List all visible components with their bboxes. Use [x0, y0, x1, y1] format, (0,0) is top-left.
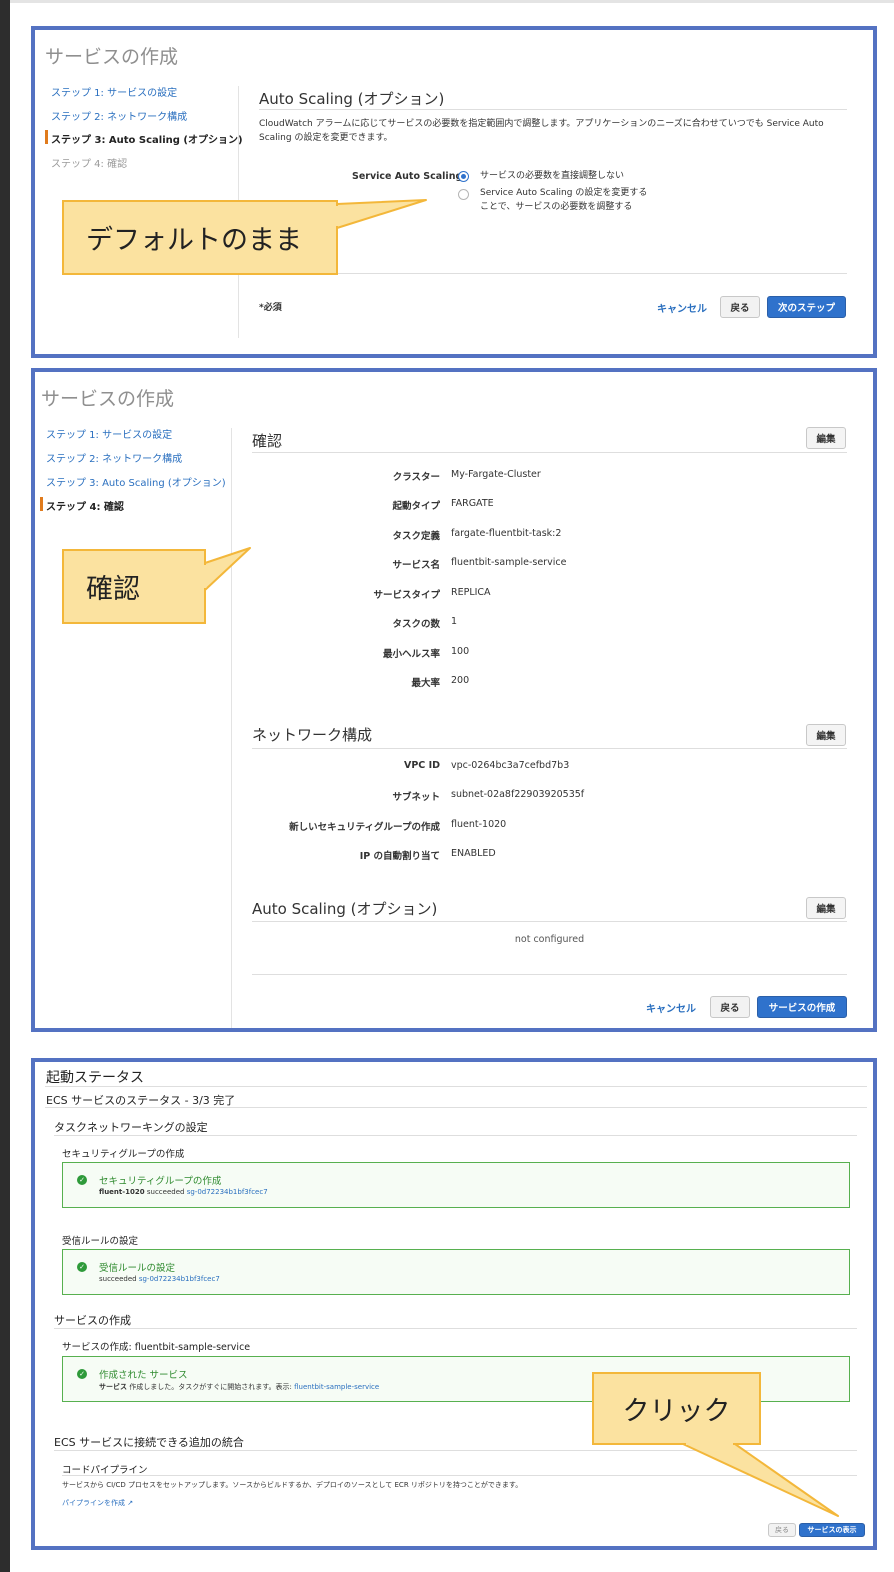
- callout-click-join: [686, 1441, 733, 1445]
- callout-tails: [203, 199, 839, 1517]
- callout-tail-confirm: [204, 547, 251, 591]
- screenshot-canvas: サービスの作成 ステップ 1: サービスの設定 ステップ 2: ネットワーク構成…: [0, 0, 894, 1572]
- annotation-callout-click: クリック: [592, 1372, 761, 1445]
- callout-tail-default: [336, 199, 427, 229]
- callout-tail-click: [682, 1443, 839, 1517]
